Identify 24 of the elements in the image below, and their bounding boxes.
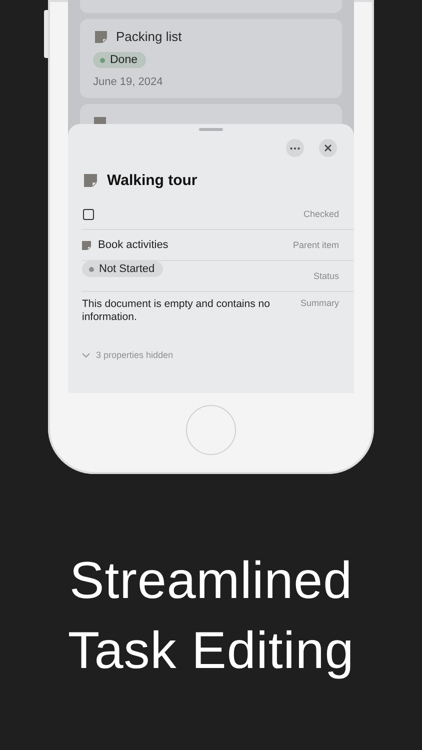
more-icon [290, 146, 300, 150]
close-button[interactable] [319, 139, 337, 157]
parent-link[interactable]: Book activities [98, 239, 168, 251]
property-label: Summary [300, 298, 339, 308]
document-title: Walking tour [107, 172, 198, 189]
property-label: Checked [303, 209, 339, 219]
status-tag[interactable]: Not Started [82, 261, 163, 277]
card-date: June 19, 2024 [93, 76, 164, 88]
sheet-handle[interactable] [199, 128, 223, 131]
property-label: Status [313, 271, 339, 281]
page-icon [95, 30, 107, 42]
chevron-down-icon [82, 352, 90, 358]
close-icon [324, 144, 332, 152]
page-icon [84, 174, 97, 187]
card-title: Packing list [116, 29, 182, 44]
headline-text: Task Editing [68, 621, 354, 682]
checkbox[interactable] [83, 208, 94, 220]
task-card[interactable]: Packing list Done June 19, 2024 [80, 19, 342, 98]
summary-text: This document is empty and contains no information. [82, 298, 271, 324]
headline-text: Streamlined [70, 551, 352, 612]
status-tag: Done [93, 52, 146, 68]
property-label: Parent item [292, 240, 339, 250]
page-icon [82, 240, 91, 250]
more-button[interactable] [286, 139, 304, 157]
